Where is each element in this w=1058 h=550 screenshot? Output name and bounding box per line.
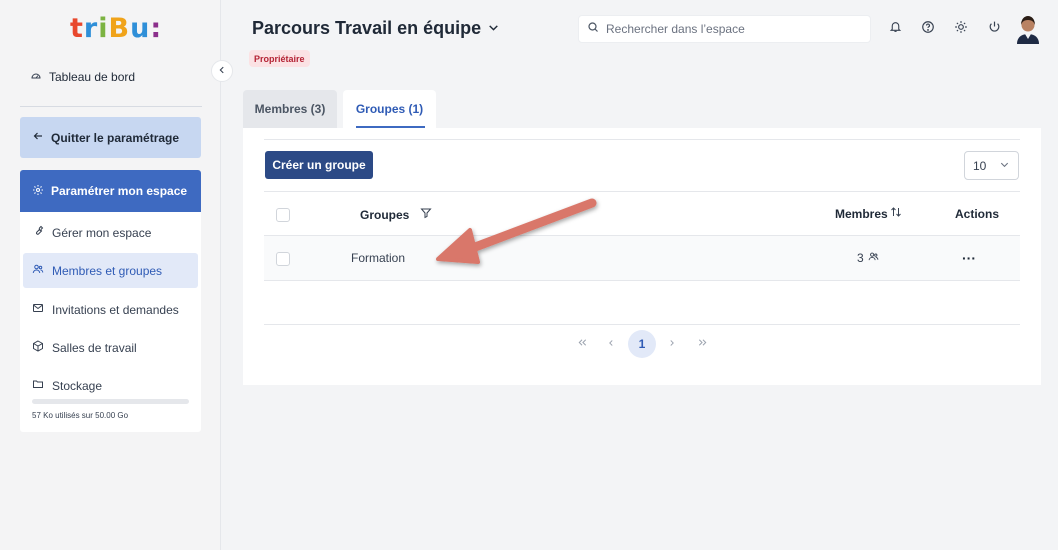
users-icon — [32, 263, 44, 278]
select-all-checkbox[interactable] — [276, 208, 290, 222]
wrench-icon — [32, 225, 44, 240]
bell-icon — [889, 20, 902, 38]
dashboard-link[interactable]: Tableau de bord — [30, 69, 135, 84]
space-title-dropdown[interactable]: Parcours Travail en équipe — [252, 18, 500, 39]
sun-icon — [954, 20, 968, 39]
row-actions-menu-button[interactable]: ··· — [962, 250, 976, 266]
envelope-icon — [32, 302, 44, 317]
create-group-button[interactable]: Créer un groupe — [265, 151, 373, 179]
chevrons-right-icon — [697, 337, 708, 351]
search-box — [578, 15, 871, 43]
sidebar-item-label: Stockage — [52, 378, 103, 393]
tribu-logo[interactable]: t r i B u : — [70, 14, 161, 44]
users-icon — [868, 251, 879, 265]
collapse-sidebar-button[interactable] — [211, 60, 233, 82]
logo-letter-r: r — [83, 13, 98, 44]
table-header-top-border — [264, 191, 1020, 192]
arrow-left-icon — [32, 130, 44, 145]
chevron-right-icon — [667, 337, 677, 351]
storage-usage-text: 57 Ko utilisés sur 50.00 Go — [32, 411, 129, 420]
sidebar-item-members-groups[interactable]: Membres et groupes — [23, 253, 198, 288]
settings-menu-label: Paramétrer mon espace — [51, 184, 188, 198]
tab-groups-label: Groupes (1) — [355, 102, 424, 116]
sort-icon[interactable] — [890, 205, 902, 222]
logo-letter-i: i — [98, 13, 108, 44]
chevron-left-icon — [217, 64, 227, 78]
tab-groups[interactable]: Groupes (1) — [343, 90, 436, 128]
role-badge: Propriétaire — [249, 50, 310, 67]
filter-icon[interactable] — [420, 207, 432, 222]
group-name-cell[interactable]: Formation — [351, 251, 405, 265]
search-icon — [587, 20, 599, 38]
groups-panel: Créer un groupe 10 Groupes Membres Actio… — [243, 128, 1041, 385]
previous-page-button[interactable] — [601, 330, 621, 358]
sidebar-item-workrooms[interactable]: Salles de travail — [23, 330, 198, 365]
chevron-down-icon — [999, 159, 1010, 173]
logo-letter-b: B — [108, 13, 130, 44]
logo-letter-colon: : — [150, 13, 162, 44]
sidebar-item-invitations[interactable]: Invitations et demandes — [23, 292, 198, 327]
row-checkbox[interactable] — [276, 252, 290, 266]
settings-menu: Paramétrer mon espace Gérer mon espace M… — [20, 170, 201, 432]
tab-members[interactable]: Membres (3) — [243, 90, 337, 128]
chevrons-left-icon — [577, 337, 588, 351]
row-bottom-border — [264, 280, 1020, 281]
groups-column-header: Groupes — [360, 207, 432, 222]
actions-column-header: Actions — [955, 207, 999, 221]
sidebar-item-label: Gérer mon espace — [52, 225, 152, 240]
last-page-button[interactable] — [692, 330, 712, 358]
settings-menu-header[interactable]: Paramétrer mon espace — [20, 170, 201, 212]
logo-letter-t: t — [70, 13, 83, 44]
group-members-cell: 3 — [857, 251, 879, 265]
page-number-button[interactable]: 1 — [628, 330, 656, 358]
tab-members-label: Membres (3) — [254, 102, 326, 116]
search-input[interactable] — [606, 22, 856, 36]
help-circle-icon — [921, 20, 935, 39]
gauge-icon — [30, 69, 42, 84]
members-column-header[interactable]: Membres — [835, 205, 902, 222]
panel-top-divider — [264, 139, 1020, 140]
quit-settings-label: Quitter le paramétrage — [51, 130, 180, 145]
folder-icon — [32, 378, 44, 393]
cube-icon — [32, 340, 44, 355]
actions-header-label: Actions — [955, 207, 1000, 221]
notifications-button[interactable] — [884, 18, 906, 40]
sidebar-item-manage-space[interactable]: Gérer mon espace — [23, 215, 198, 250]
chevron-down-icon — [487, 18, 500, 39]
logo-letter-u: u — [130, 13, 150, 44]
per-page-value: 10 — [973, 158, 987, 173]
help-button[interactable] — [917, 18, 939, 40]
quit-settings-button[interactable]: Quitter le paramétrage — [20, 117, 201, 158]
members-header-label: Membres — [835, 206, 888, 221]
user-avatar[interactable] — [1014, 14, 1042, 44]
sidebar: t r i B u : Tableau de bord Quitter le p… — [0, 0, 221, 550]
gear-icon — [32, 184, 44, 199]
theme-toggle-button[interactable] — [950, 18, 972, 40]
groups-header-label: Groupes — [360, 207, 410, 222]
next-page-button[interactable] — [662, 330, 682, 358]
sidebar-divider — [20, 106, 202, 107]
sidebar-item-label: Salles de travail — [52, 340, 137, 355]
first-page-button[interactable] — [572, 330, 592, 358]
chevron-left-icon — [606, 337, 616, 351]
pagination-top-border — [264, 324, 1020, 325]
logout-button[interactable] — [983, 18, 1005, 40]
power-icon — [988, 20, 1001, 38]
members-count: 3 — [857, 251, 864, 265]
dashboard-label: Tableau de bord — [49, 69, 136, 84]
sidebar-item-label: Invitations et demandes — [52, 302, 179, 317]
sidebar-item-storage[interactable]: Stockage — [23, 368, 198, 403]
page-title: Parcours Travail en équipe — [252, 18, 482, 38]
sidebar-item-label: Membres et groupes — [52, 263, 163, 278]
per-page-select[interactable]: 10 — [964, 151, 1019, 180]
storage-progress-bar — [32, 399, 189, 404]
